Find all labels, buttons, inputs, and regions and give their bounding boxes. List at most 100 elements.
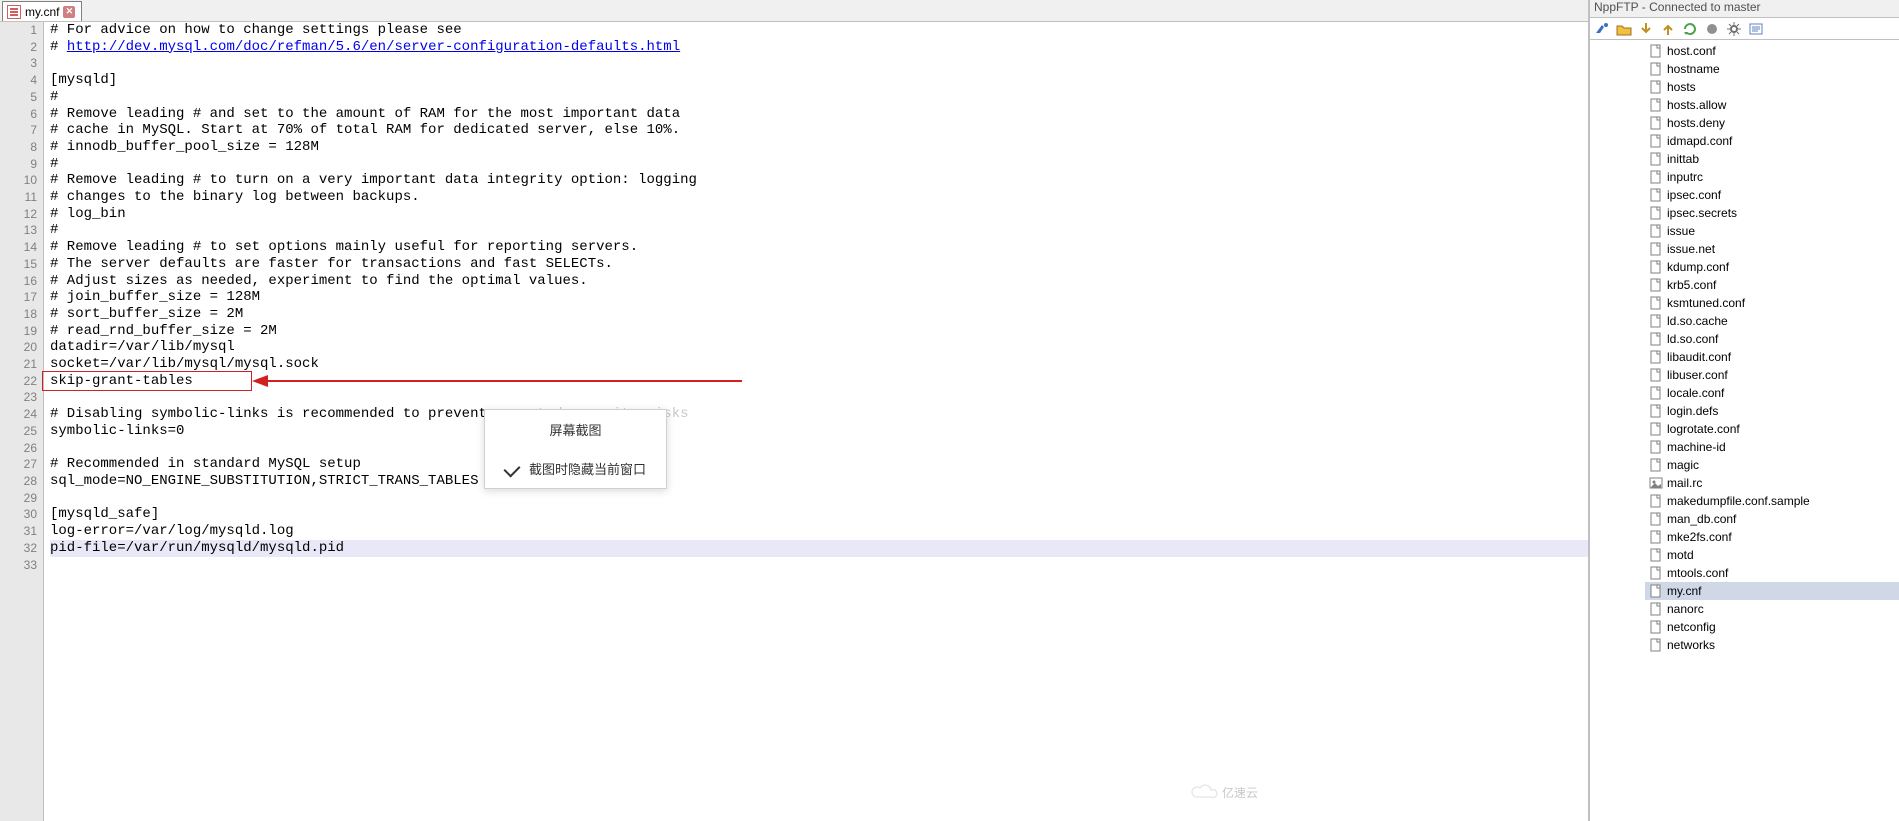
tree-file-item[interactable]: makedumpfile.conf.sample [1645, 492, 1899, 510]
close-icon[interactable]: ✕ [63, 6, 75, 18]
code-line[interactable] [50, 389, 1588, 406]
tree-file-item[interactable]: host.conf [1645, 42, 1899, 60]
code-line[interactable]: # For advice on how to change settings p… [50, 22, 1588, 39]
tree-file-label: ld.so.cache [1667, 314, 1728, 328]
code-line[interactable]: # innodb_buffer_pool_size = 128M [50, 139, 1588, 156]
code-line[interactable]: # Remove leading # to set options mainly… [50, 239, 1588, 256]
code-line[interactable] [50, 557, 1588, 574]
code-line[interactable]: # [50, 89, 1588, 106]
code-line[interactable] [50, 55, 1588, 72]
code-line[interactable]: # Remove leading # and set to the amount… [50, 106, 1588, 123]
tree-file-item[interactable]: login.defs [1645, 402, 1899, 420]
tree-file-item[interactable]: mtools.conf [1645, 564, 1899, 582]
editor-body[interactable]: 1234567891011121314151617181920212223242… [0, 22, 1588, 821]
tree-file-item[interactable]: kdump.conf [1645, 258, 1899, 276]
tree-file-label: hosts.deny [1667, 116, 1725, 130]
code-line[interactable]: # Remove leading # to turn on a very imp… [50, 172, 1588, 189]
tree-file-item[interactable]: inputrc [1645, 168, 1899, 186]
tree-file-item[interactable]: ld.so.cache [1645, 312, 1899, 330]
nppftp-title: NppFTP - Connected to master [1590, 0, 1899, 18]
tree-file-item[interactable]: inittab [1645, 150, 1899, 168]
download-icon[interactable] [1638, 21, 1654, 37]
code-line[interactable]: [mysqld] [50, 72, 1588, 89]
code-line[interactable]: pid-file=/var/run/mysqld/mysqld.pid [50, 540, 1588, 557]
tree-file-item[interactable]: nanorc [1645, 600, 1899, 618]
file-icon [1649, 350, 1663, 364]
tree-file-item[interactable]: hosts [1645, 78, 1899, 96]
tree-file-label: hosts [1667, 80, 1696, 94]
tree-file-item[interactable]: networks [1645, 636, 1899, 654]
tree-file-item[interactable]: ksmtuned.conf [1645, 294, 1899, 312]
messages-icon[interactable] [1748, 21, 1764, 37]
tree-file-item[interactable]: mail.rc [1645, 474, 1899, 492]
tree-file-label: networks [1667, 638, 1715, 652]
code-line[interactable]: # [50, 222, 1588, 239]
tree-file-label: netconfig [1667, 620, 1716, 634]
tree-file-item[interactable]: mke2fs.conf [1645, 528, 1899, 546]
tree-file-label: my.cnf [1667, 584, 1701, 598]
tree-file-label: mtools.conf [1667, 566, 1728, 580]
refresh-icon[interactable] [1682, 21, 1698, 37]
tree-file-item[interactable]: libaudit.conf [1645, 348, 1899, 366]
code-line[interactable] [50, 440, 1588, 457]
tree-file-item[interactable]: issue [1645, 222, 1899, 240]
connect-icon[interactable] [1594, 21, 1610, 37]
tree-file-label: mail.rc [1667, 476, 1702, 490]
code-line[interactable]: # Disabling symbolic-links is recommende… [50, 406, 1588, 423]
tree-file-item[interactable]: machine-id [1645, 438, 1899, 456]
tree-file-item[interactable]: man_db.conf [1645, 510, 1899, 528]
tree-file-label: libuser.conf [1667, 368, 1728, 382]
code-line[interactable]: skip-grant-tables [50, 373, 1588, 390]
tree-file-label: mke2fs.conf [1667, 530, 1732, 544]
code-line[interactable]: # log_bin [50, 206, 1588, 223]
tree-file-item[interactable]: locale.conf [1645, 384, 1899, 402]
tree-file-item[interactable]: ipsec.secrets [1645, 204, 1899, 222]
file-tab[interactable]: my.cnf ✕ [2, 1, 82, 21]
code-line[interactable]: # cache in MySQL. Start at 70% of total … [50, 122, 1588, 139]
code-line[interactable]: datadir=/var/lib/mysql [50, 339, 1588, 356]
tree-file-label: magic [1667, 458, 1699, 472]
code-line[interactable]: symbolic-links=0 [50, 423, 1588, 440]
upload-icon[interactable] [1660, 21, 1676, 37]
tree-file-item[interactable]: netconfig [1645, 618, 1899, 636]
settings-icon[interactable] [1726, 21, 1742, 37]
code-line[interactable]: sql_mode=NO_ENGINE_SUBSTITUTION,STRICT_T… [50, 473, 1588, 490]
tree-file-item[interactable]: logrotate.conf [1645, 420, 1899, 438]
code-line[interactable]: # sort_buffer_size = 2M [50, 306, 1588, 323]
code-line[interactable]: # The server defaults are faster for tra… [50, 256, 1588, 273]
file-icon [1649, 440, 1663, 454]
folder-icon[interactable] [1616, 21, 1632, 37]
code-line[interactable]: log-error=/var/log/mysqld.log [50, 523, 1588, 540]
tree-file-item[interactable]: hosts.deny [1645, 114, 1899, 132]
tree-file-item[interactable]: my.cnf [1645, 582, 1899, 600]
popup-option[interactable]: 截图时隐藏当前窗口 [485, 449, 666, 488]
code-line[interactable]: # join_buffer_size = 128M [50, 289, 1588, 306]
tree-file-item[interactable]: magic [1645, 456, 1899, 474]
code-line[interactable]: # Recommended in standard MySQL setup [50, 456, 1588, 473]
tree-file-item[interactable]: hosts.allow [1645, 96, 1899, 114]
code-line[interactable]: # Adjust sizes as needed, experiment to … [50, 273, 1588, 290]
file-tree[interactable]: host.confhostname hosts hosts.allow hosts.d… [1590, 40, 1899, 821]
tree-file-item[interactable]: hostname [1645, 60, 1899, 78]
code-area[interactable]: # For advice on how to change settings p… [44, 22, 1588, 821]
tree-file-item[interactable]: issue.net [1645, 240, 1899, 258]
tree-file-item[interactable]: idmapd.conf [1645, 132, 1899, 150]
code-line[interactable]: # changes to the binary log between back… [50, 189, 1588, 206]
code-line[interactable]: # read_rnd_buffer_size = 2M [50, 323, 1588, 340]
watermark: 亿速云 [1190, 783, 1258, 801]
config-docs-link[interactable]: http://dev.mysql.com/doc/refman/5.6/en/s… [67, 39, 680, 55]
tree-file-item[interactable]: ipsec.conf [1645, 186, 1899, 204]
code-line[interactable]: [mysqld_safe] [50, 506, 1588, 523]
abort-icon[interactable] [1704, 21, 1720, 37]
tree-file-item[interactable]: motd [1645, 546, 1899, 564]
tree-file-item[interactable]: ld.so.conf [1645, 330, 1899, 348]
code-line[interactable]: # http://dev.mysql.com/doc/refman/5.6/en… [50, 39, 1588, 56]
code-line[interactable] [50, 490, 1588, 507]
file-icon [1649, 80, 1663, 94]
screenshot-popup: 屏幕截图 截图时隐藏当前窗口 [484, 409, 667, 489]
tree-file-item[interactable]: libuser.conf [1645, 366, 1899, 384]
tree-file-item[interactable]: krb5.conf [1645, 276, 1899, 294]
code-line[interactable]: # [50, 156, 1588, 173]
tree-file-label: hosts.allow [1667, 98, 1726, 112]
code-line[interactable]: socket=/var/lib/mysql/mysql.sock [50, 356, 1588, 373]
